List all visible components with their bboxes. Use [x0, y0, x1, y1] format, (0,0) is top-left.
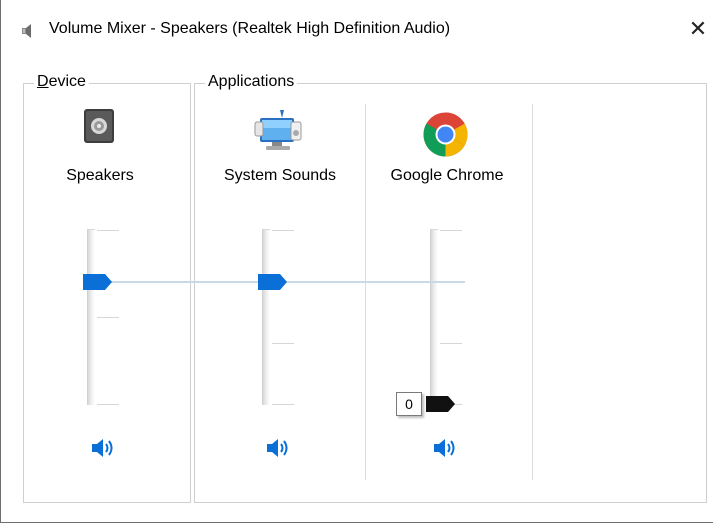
chrome-icon[interactable]: [423, 112, 468, 157]
speakers-tick: [97, 317, 119, 318]
system-sounds-tick: [272, 230, 294, 231]
system-sounds-tick: [272, 404, 294, 405]
volume-tooltip: 0: [396, 392, 422, 416]
device-name: Speakers: [66, 167, 134, 184]
app-name-system-sounds: System Sounds: [223, 167, 337, 184]
chrome-tick: [440, 343, 462, 344]
window-title: Volume Mixer - Speakers (Realtek High De…: [49, 20, 451, 37]
chrome-volume-track[interactable]: [430, 229, 438, 405]
system-sounds-mute-button[interactable]: [265, 436, 291, 460]
device-label-accelerator: D: [37, 73, 49, 90]
system-sounds-icon[interactable]: [254, 108, 304, 154]
speakers-volume-track[interactable]: [87, 229, 95, 405]
device-group-label: Device: [34, 73, 89, 91]
device-label-rest: evice: [48, 73, 86, 90]
chrome-volume-thumb[interactable]: [426, 396, 456, 412]
column-separator: [532, 104, 533, 480]
volume-mixer-window: Volume Mixer - Speakers (Realtek High De…: [0, 0, 713, 523]
app-name-google-chrome: Google Chrome: [390, 167, 504, 184]
speaker-device-icon[interactable]: [82, 107, 118, 145]
speakers-mute-button[interactable]: [90, 436, 116, 460]
applications-group-label: Applications: [205, 73, 298, 91]
chrome-mute-button[interactable]: [432, 436, 458, 460]
speaker-title-icon: [22, 24, 31, 38]
column-separator: [365, 104, 366, 480]
speakers-volume-thumb[interactable]: [83, 274, 113, 290]
system-sounds-volume-track[interactable]: [262, 229, 270, 405]
title-bar[interactable]: Volume Mixer - Speakers (Realtek High De…: [1, 0, 713, 62]
speakers-tick: [97, 404, 119, 405]
speakers-tick: [97, 230, 119, 231]
system-sounds-tick: [272, 343, 294, 344]
system-sounds-volume-thumb[interactable]: [258, 274, 288, 290]
chrome-tick: [440, 230, 462, 231]
close-button[interactable]: ✕: [683, 14, 713, 46]
